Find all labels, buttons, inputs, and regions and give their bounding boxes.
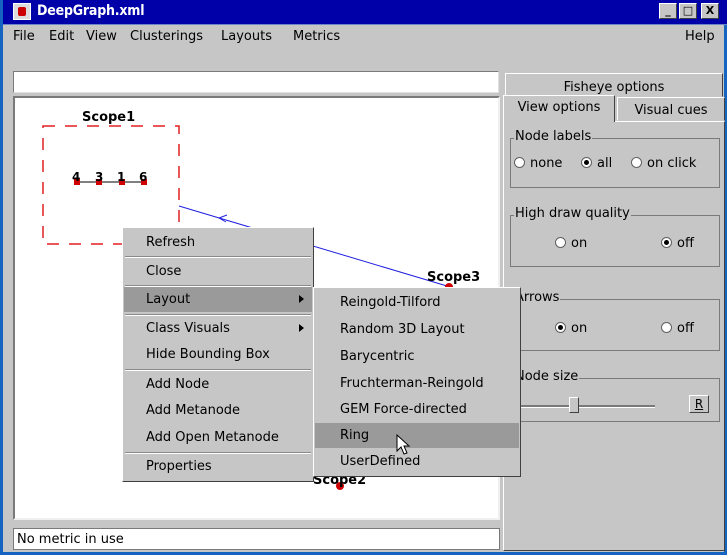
- ctx-separator: [125, 369, 311, 371]
- close-button[interactable]: X: [701, 3, 719, 19]
- node-labels-label: Node labels: [514, 129, 593, 144]
- application-window: DeepGraph.xml _ □ X File Edit View Clust…: [0, 0, 727, 555]
- high-draw-quality-label: High draw quality: [514, 206, 631, 221]
- view-options-content: Node labels none all on click High draw …: [503, 121, 725, 551]
- ctx-add-metanode[interactable]: Add Metanode: [124, 398, 312, 423]
- node-size-slider-thumb[interactable]: [569, 397, 579, 413]
- menu-metrics[interactable]: Metrics: [293, 29, 340, 44]
- tab-fisheye-options[interactable]: Fisheye options: [505, 73, 723, 97]
- ctx-hide-bounding-box[interactable]: Hide Bounding Box: [124, 342, 312, 367]
- node-labels-onclick-radio[interactable]: on click: [631, 156, 696, 171]
- layout-user-defined[interactable]: UserDefined: [315, 449, 519, 474]
- app-icon[interactable]: [13, 3, 31, 20]
- arrows-group: Arrows on off: [510, 290, 720, 351]
- node-size-label: Node size: [514, 369, 580, 384]
- node-label-6: 6: [139, 170, 148, 184]
- draw-quality-on-radio[interactable]: on: [555, 236, 587, 251]
- maximize-button[interactable]: □: [679, 3, 697, 19]
- context-menu: Refresh Close Layout Class Visuals Hide …: [122, 227, 314, 482]
- node-label-1: 1: [117, 170, 126, 184]
- layout-ring[interactable]: Ring: [315, 423, 519, 448]
- mouse-cursor-icon: [396, 434, 411, 455]
- arrows-off-radio[interactable]: off: [661, 321, 694, 336]
- menu-layouts[interactable]: Layouts: [221, 29, 272, 44]
- layout-random-3d[interactable]: Random 3D Layout: [315, 317, 519, 342]
- layout-barycentric[interactable]: Barycentric: [315, 344, 519, 369]
- menu-help[interactable]: Help: [685, 29, 715, 44]
- ctx-class-visuals[interactable]: Class Visuals: [124, 316, 312, 341]
- layout-submenu: Reingold-Tilford Random 3D Layout Baryce…: [313, 287, 521, 477]
- scope3-label: Scope3: [427, 270, 481, 285]
- menu-file[interactable]: File: [13, 29, 35, 44]
- ctx-separator: [125, 256, 311, 258]
- window-title: DeepGraph.xml: [37, 3, 145, 19]
- ctx-layout[interactable]: Layout: [124, 287, 312, 312]
- scope1-label: Scope1: [82, 110, 136, 125]
- menu-view[interactable]: View: [86, 29, 117, 44]
- address-field[interactable]: [13, 71, 499, 93]
- menu-bar: File Edit View Clusterings Layouts Metri…: [3, 25, 727, 49]
- ctx-properties[interactable]: Properties: [124, 454, 312, 479]
- node-size-reset-button[interactable]: R: [689, 395, 709, 413]
- menu-edit[interactable]: Edit: [49, 29, 74, 44]
- node-size-group: Node size R: [510, 369, 720, 422]
- layout-gem-force-directed[interactable]: GEM Force-directed: [315, 397, 519, 422]
- node-label-4: 4: [72, 170, 81, 184]
- ctx-refresh[interactable]: Refresh: [124, 230, 312, 255]
- menu-clusterings[interactable]: Clusterings: [130, 29, 203, 44]
- submenu-arrow-icon: [299, 324, 304, 332]
- title-bar: DeepGraph.xml _ □ X: [3, 0, 727, 25]
- node-label-3: 3: [95, 170, 104, 184]
- node-labels-none-radio[interactable]: none: [514, 156, 562, 171]
- ctx-add-open-metanode[interactable]: Add Open Metanode: [124, 425, 312, 450]
- layout-reingold-tilford[interactable]: Reingold-Tilford: [315, 290, 519, 315]
- draw-quality-off-radio[interactable]: off: [661, 236, 694, 251]
- options-panel: Fisheye options View options Visual cues…: [503, 73, 727, 553]
- ctx-close[interactable]: Close: [124, 259, 312, 284]
- submenu-arrow-icon: [299, 295, 304, 303]
- tab-visual-cues[interactable]: Visual cues: [617, 97, 725, 121]
- edge-arrowhead: [217, 214, 228, 223]
- layout-fruchterman-reingold[interactable]: Fruchterman-Reingold: [315, 371, 519, 396]
- node-size-slider-track[interactable]: [515, 405, 655, 408]
- minimize-button[interactable]: _: [659, 3, 677, 19]
- status-bar: No metric in use: [13, 528, 500, 550]
- node-labels-group: Node labels none all on click: [510, 129, 720, 188]
- high-draw-quality-group: High draw quality on off: [510, 206, 720, 267]
- tab-view-options[interactable]: View options: [503, 95, 615, 122]
- arrows-on-radio[interactable]: on: [555, 321, 587, 336]
- node-labels-all-radio[interactable]: all: [581, 156, 612, 171]
- ctx-add-node[interactable]: Add Node: [124, 372, 312, 397]
